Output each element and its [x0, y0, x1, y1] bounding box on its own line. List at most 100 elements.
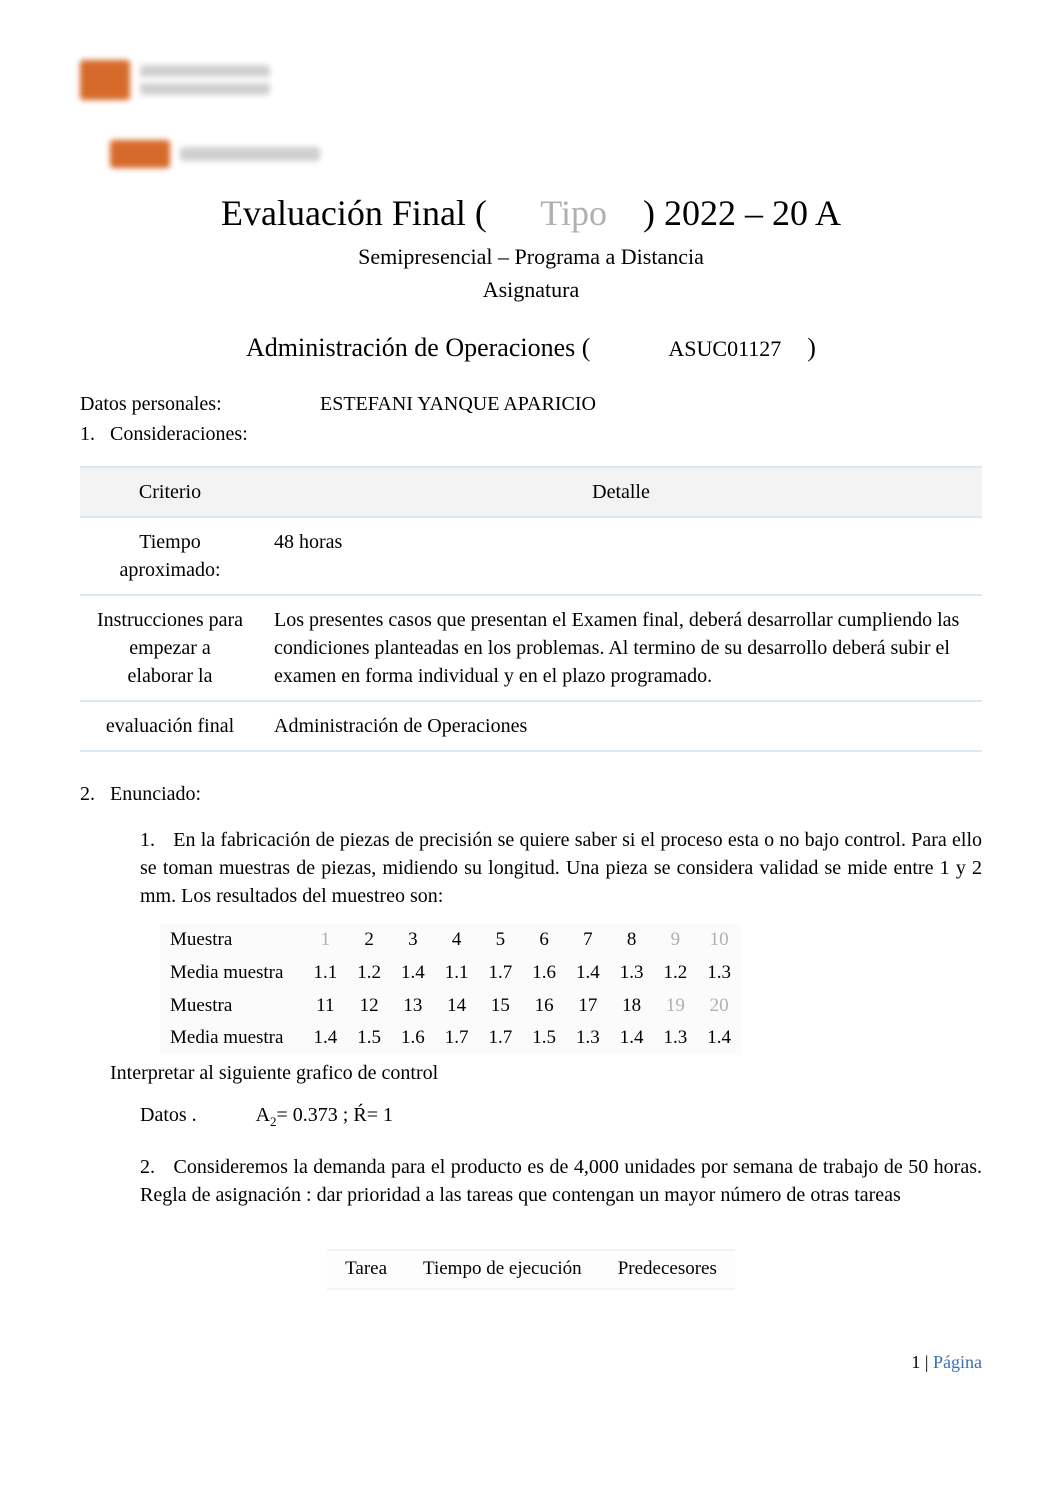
cell-value: 1.2 [653, 957, 697, 990]
cell-value: 1 [303, 924, 347, 957]
course-code: ASUC01127 [668, 336, 781, 361]
logo-text-line [140, 83, 270, 95]
cell-value: 2 [347, 924, 391, 957]
enunciado-label: Enunciado: [110, 783, 201, 805]
cell-value: 19 [653, 990, 697, 1023]
q1-text: En la fabricación de piezas de precisión… [140, 829, 982, 907]
cell-value: 17 [566, 990, 610, 1023]
personal-value: ESTEFANI YANQUE APARICIO [320, 390, 596, 418]
cell-value: 14 [435, 990, 479, 1023]
title-suffix: ) 2022 – 20 A [643, 193, 841, 233]
sample-data-table: Muestra12345678910Media muestra1.11.21.4… [160, 924, 741, 1054]
considerations-item: 1. Consideraciones: [80, 420, 982, 448]
criteria-table: Criterio Detalle Tiempo aproximado: 48 h… [80, 466, 982, 752]
cell-detalle: Administración de Operaciones [260, 701, 982, 751]
cell-value: 8 [610, 924, 654, 957]
cell-value: 1.7 [435, 1022, 479, 1055]
cell-value: 20 [697, 990, 741, 1023]
cell-value: 1.6 [522, 957, 566, 990]
cell-value: 1.4 [610, 1022, 654, 1055]
cell-value: 5 [478, 924, 522, 957]
q2-number: 2. [140, 1153, 168, 1181]
page-title: Evaluación Final ( Tipo ) 2022 – 20 A [80, 188, 982, 238]
enunciado-item: 2. Enunciado: [80, 780, 982, 808]
q1-number: 1. [140, 826, 168, 854]
row-label: Media muestra [160, 1022, 303, 1055]
row-label: Muestra [160, 924, 303, 957]
table-row: Tiempo aproximado: 48 horas [80, 517, 982, 595]
cell-value: 1.4 [303, 1022, 347, 1055]
logo-block-1 [80, 60, 982, 100]
personal-label: Datos personales: [80, 390, 280, 418]
col-tiempo: Tiempo de ejecución [405, 1253, 600, 1286]
table-row: Media muestra1.11.21.41.11.71.61.41.31.2… [160, 957, 741, 990]
logo-text-line [140, 65, 270, 77]
datos-label: Datos . [140, 1104, 197, 1126]
title-type: Tipo [540, 193, 607, 233]
header-logos [80, 60, 982, 168]
row-label: Media muestra [160, 957, 303, 990]
footer-sep: | [920, 1352, 933, 1372]
logo-icon [80, 60, 130, 100]
logo-text-line [180, 147, 320, 161]
cell-value: 15 [478, 990, 522, 1023]
personal-row: Datos personales: ESTEFANI YANQUE APARIC… [80, 390, 982, 420]
table-row: evaluación final Administración de Opera… [80, 701, 982, 751]
cell-value: 1.5 [522, 1022, 566, 1055]
cell-value: 1.7 [478, 957, 522, 990]
considerations-label: Consideraciones: [110, 423, 248, 445]
course-line: Administración de Operaciones ( ASUC0112… [80, 330, 982, 366]
cell-value: 9 [653, 924, 697, 957]
logo-icon [110, 140, 170, 168]
cell-value: 11 [303, 990, 347, 1023]
table-row: Tarea Tiempo de ejecución Predecesores [327, 1253, 735, 1286]
table-row: Muestra11121314151617181920 [160, 990, 741, 1023]
footer-label: Página [933, 1352, 982, 1372]
cell-value: 1.1 [303, 957, 347, 990]
cell-value: 1.4 [697, 1022, 741, 1055]
row-label: Muestra [160, 990, 303, 1023]
cell-value: 1.1 [435, 957, 479, 990]
cell-value: 1.3 [566, 1022, 610, 1055]
col-tarea: Tarea [327, 1253, 405, 1286]
cell-value: 7 [566, 924, 610, 957]
cell-value: 4 [435, 924, 479, 957]
q2-text: Consideremos la demanda para el producto… [140, 1156, 982, 1206]
cell-value: 1.2 [347, 957, 391, 990]
cell-value: 1.7 [478, 1022, 522, 1055]
criteria-header-criterio: Criterio [80, 467, 260, 517]
page-footer: 1 | Página [80, 1350, 982, 1375]
datos-formula-A: A [256, 1104, 270, 1126]
cell-criterio: evaluación final [80, 701, 260, 751]
table-row: Muestra12345678910 [160, 924, 741, 957]
question-2: 2. Consideremos la demanda para el produ… [140, 1153, 982, 1209]
cell-value: 1.3 [653, 1022, 697, 1055]
task-table: Tarea Tiempo de ejecución Predecesores [327, 1249, 735, 1290]
cell-value: 1.6 [391, 1022, 435, 1055]
cell-value: 1.3 [697, 957, 741, 990]
cell-value: 10 [697, 924, 741, 957]
cell-value: 16 [522, 990, 566, 1023]
cell-value: 1.3 [610, 957, 654, 990]
cell-detalle: Los presentes casos que presentan el Exa… [260, 595, 982, 701]
course-name: Administración de Operaciones ( [246, 333, 590, 362]
cell-value: 1.4 [391, 957, 435, 990]
table-row: Instrucciones para empezar a elaborar la… [80, 595, 982, 701]
criteria-header-detalle: Detalle [260, 467, 982, 517]
cell-value: 1.4 [566, 957, 610, 990]
subtitle-asignatura: Asignatura [80, 275, 982, 306]
cell-value: 1.5 [347, 1022, 391, 1055]
cell-value: 3 [391, 924, 435, 957]
cell-detalle: 48 horas [260, 517, 982, 595]
table-row: Media muestra1.41.51.61.71.71.51.31.41.3… [160, 1022, 741, 1055]
datos-formula-rest: = 0.373 ; Ŕ= 1 [277, 1104, 393, 1126]
cell-value: 12 [347, 990, 391, 1023]
subtitle-modality: Semipresencial – Programa a Distancia [80, 242, 982, 273]
cell-criterio: Instrucciones para empezar a elaborar la [80, 595, 260, 701]
cell-criterio: Tiempo aproximado: [80, 517, 260, 595]
interpret-line: Interpretar al siguiente grafico de cont… [110, 1059, 982, 1087]
cell-value: 18 [610, 990, 654, 1023]
cell-value: 6 [522, 924, 566, 957]
logo-block-2 [110, 140, 982, 168]
title-prefix: Evaluación Final ( [221, 193, 487, 233]
